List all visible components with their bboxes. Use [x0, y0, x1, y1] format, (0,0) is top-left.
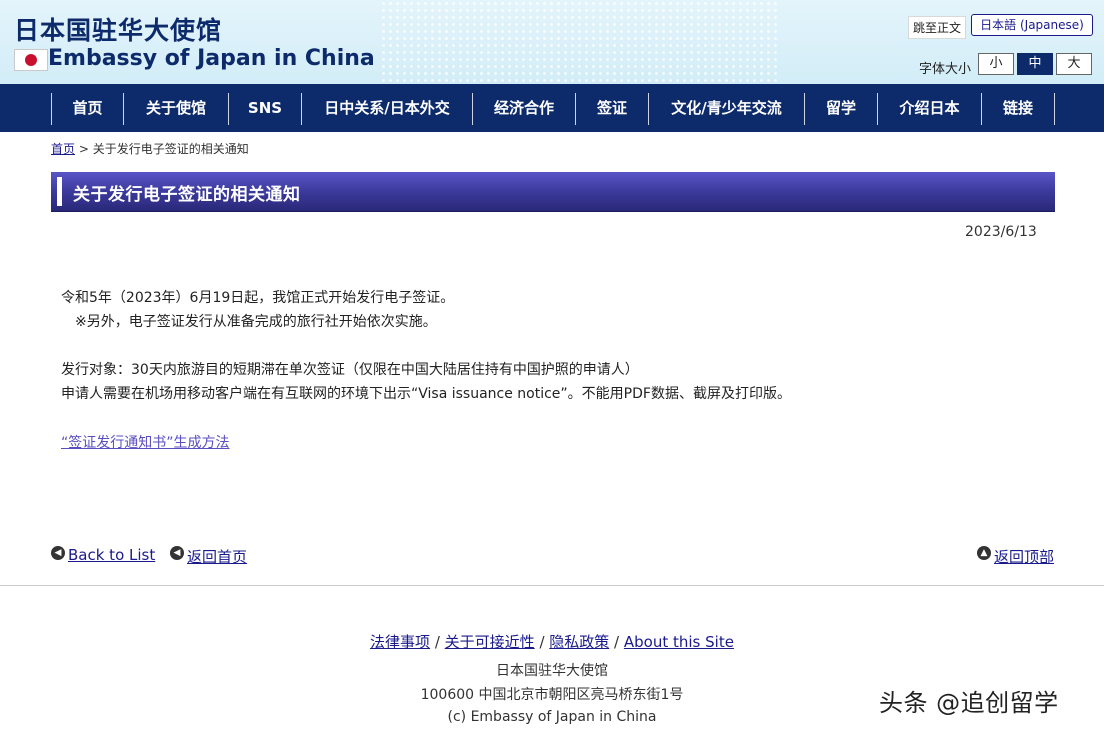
japan-flag-icon — [14, 49, 48, 71]
font-size-large-button[interactable]: 大 — [1056, 53, 1092, 75]
nav-item-visa[interactable]: 签证 — [576, 94, 648, 122]
font-size-label: 字体大小 — [919, 62, 972, 77]
nav-item-about-embassy[interactable]: 关于使馆 — [124, 94, 228, 122]
footer-about-site-link[interactable]: About this Site — [624, 633, 734, 651]
nav-item-links[interactable]: 链接 — [982, 94, 1054, 122]
watermark: 头条 @追创留学 — [879, 689, 1059, 717]
breadcrumb: 首页 > 关于发行电子签证的相关通知 — [51, 140, 249, 157]
japanese-language-link[interactable]: 日本語 (Japanese) — [971, 14, 1093, 36]
footer-link-separator: / — [609, 633, 624, 651]
article-paragraph: 申请人需要在机场用移动客户端在有互联网的环境下出示“Visa issuance … — [61, 386, 791, 402]
back-to-list-link[interactable]: Back to List — [68, 546, 155, 564]
footer-links: 法律事项 / 关于可接近性 / 隐私政策 / About this Site — [0, 631, 1104, 652]
nav-item-economic-cooperation[interactable]: 经济合作 — [473, 94, 575, 122]
article-paragraph: 令和5年（2023年）6月19日起，我馆正式开始发行电子签证。 — [61, 290, 455, 306]
footer-accessibility-link[interactable]: 关于可接近性 — [445, 633, 535, 651]
breadcrumb-current: 关于发行电子签证的相关通知 — [92, 142, 249, 156]
footer-embassy-name: 日本国驻华大使馆 — [496, 663, 608, 679]
nav-item-culture-youth-exchange[interactable]: 文化/青少年交流 — [649, 94, 804, 122]
footer-link-separator: / — [534, 633, 550, 651]
footer-privacy-link[interactable]: 隐私政策 — [549, 633, 609, 651]
skip-to-content-link[interactable]: 跳至正文 — [908, 16, 967, 39]
nav-item-sns[interactable]: SNS — [229, 94, 301, 122]
chevron-left-icon: ◀ — [170, 546, 184, 560]
chevron-left-icon: ◀ — [51, 546, 65, 560]
nav-item-study-abroad[interactable]: 留学 — [805, 94, 877, 122]
footer-link-separator: / — [430, 633, 445, 651]
article-paragraph: ※另外，电子签证发行从准备完成的旅行社开始依次实施。 — [61, 314, 437, 330]
breadcrumb-home-link[interactable]: 首页 — [51, 142, 75, 156]
site-header: 日本国驻华大使馆 Embassy of Japan in China 跳至正文 … — [0, 0, 1104, 84]
back-to-top-link[interactable]: 返回顶部 — [994, 546, 1054, 567]
breadcrumb-separator: > — [75, 142, 93, 156]
visa-notice-guide-link[interactable]: “签证发行通知书”生成方法 — [61, 432, 230, 452]
back-home-link[interactable]: 返回首页 — [187, 546, 247, 567]
footer-legal-link[interactable]: 法律事项 — [370, 633, 430, 651]
page-title-bar: 关于发行电子签证的相关通知 — [51, 172, 1055, 212]
main-navigation: 首页 关于使馆 SNS 日中关系/日本外交 经济合作 签证 文化/青少年交流 留… — [0, 84, 1104, 132]
nav-item-introduce-japan[interactable]: 介绍日本 — [878, 94, 981, 122]
page-title: 关于发行电子签证的相关通知 — [73, 185, 301, 205]
nav-item-japan-china-relations[interactable]: 日中关系/日本外交 — [302, 94, 472, 122]
site-title-chinese[interactable]: 日本国驻华大使馆 — [14, 11, 222, 47]
nav-separator — [1054, 93, 1055, 125]
footer-divider — [0, 585, 1104, 586]
world-map-dots-decoration — [380, 0, 780, 84]
nav-item-home[interactable]: 首页 — [52, 94, 123, 122]
publish-date: 2023/6/13 — [965, 224, 1037, 240]
font-size-small-button[interactable]: 小 — [978, 53, 1014, 75]
font-size-medium-button[interactable]: 中 — [1017, 53, 1053, 75]
chevron-up-icon: ▲ — [977, 546, 991, 560]
site-title-english[interactable]: Embassy of Japan in China — [48, 46, 375, 71]
article-paragraph: 发行对象：30天内旅游目的短期滞在单次签证（仅限在中国大陆居住持有中国护照的申请… — [61, 362, 639, 378]
